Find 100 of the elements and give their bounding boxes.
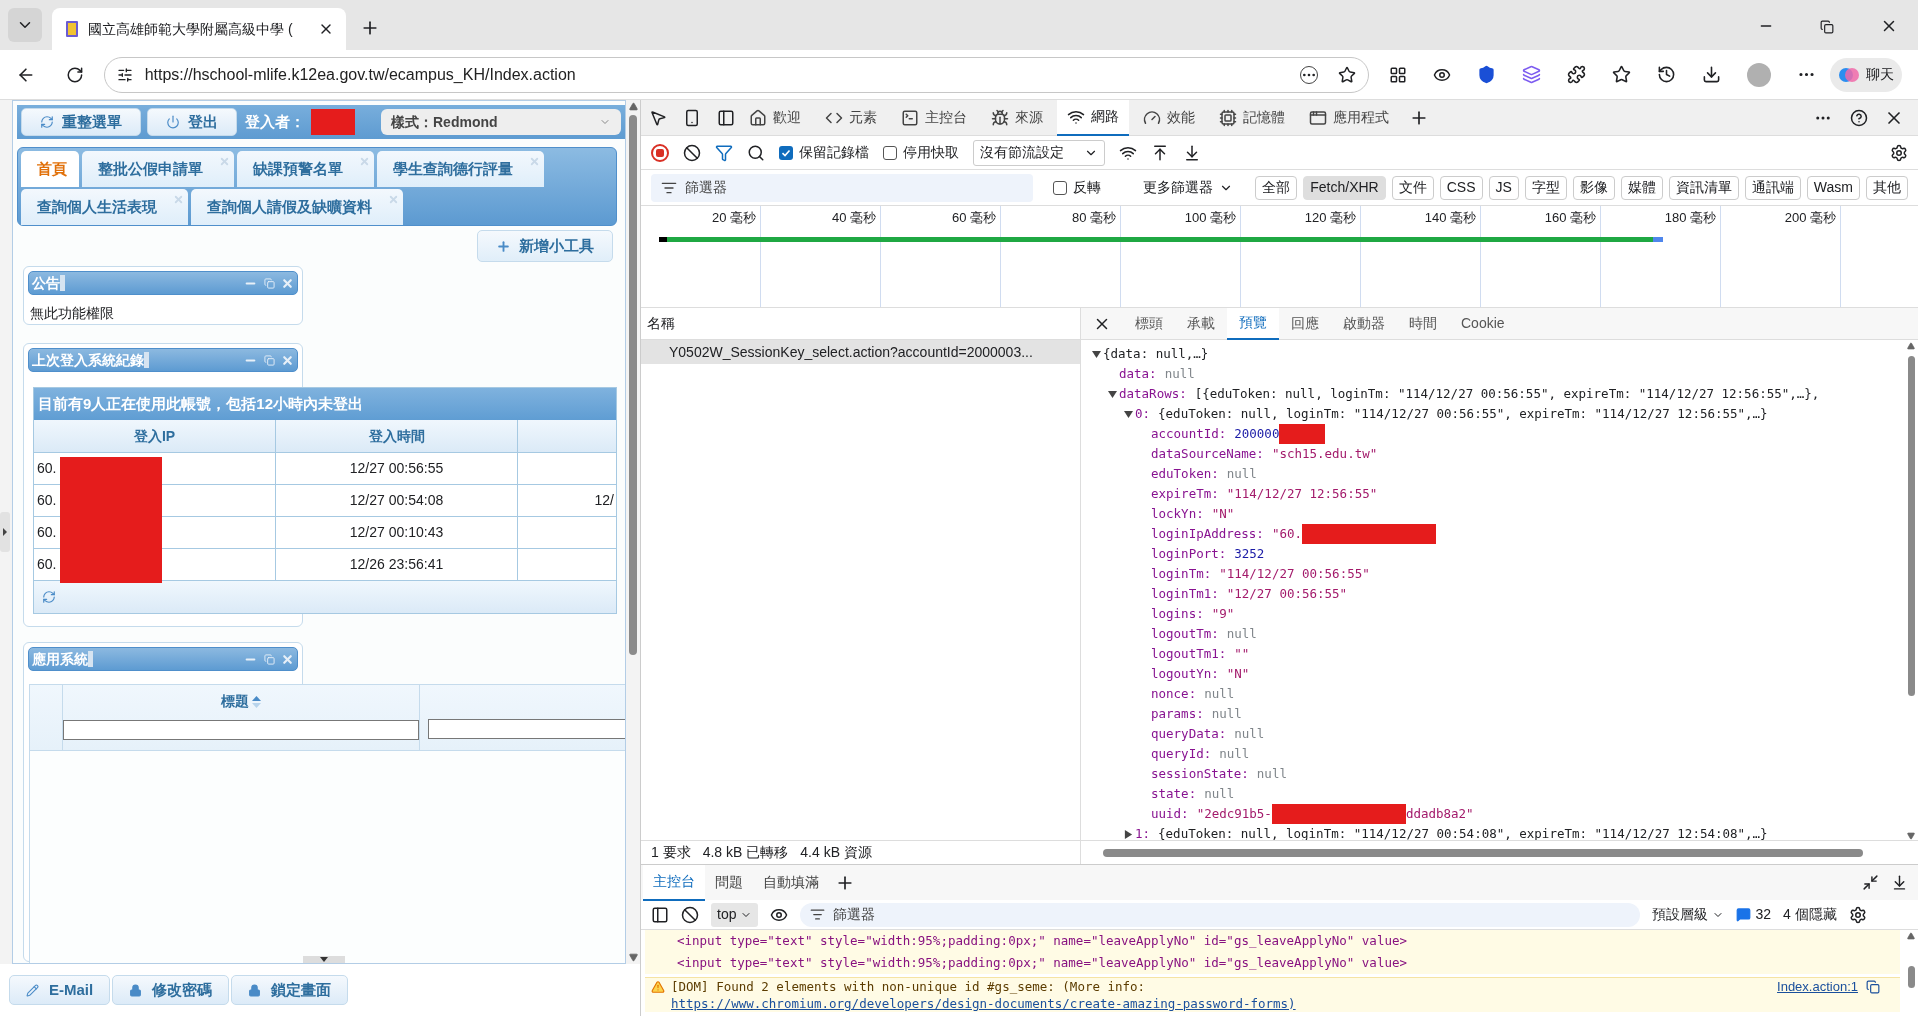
page-tab[interactable]: 查詢個人請假及缺曠資料 bbox=[191, 189, 403, 225]
restore-icon[interactable] bbox=[1820, 20, 1834, 34]
devtools-tab[interactable]: 主控台 bbox=[891, 99, 977, 136]
sidebar-icon[interactable] bbox=[651, 905, 669, 924]
export-icon[interactable] bbox=[1183, 143, 1201, 162]
detail-tab[interactable]: 預覽 bbox=[1227, 307, 1279, 340]
panel-icon[interactable] bbox=[717, 108, 735, 127]
reload-menu-button[interactable]: 重整選單 bbox=[21, 108, 141, 136]
lock-button[interactable]: 修改密碼 bbox=[112, 975, 230, 1005]
clear-icon[interactable] bbox=[683, 143, 701, 162]
type-filter-button[interactable]: 字型 bbox=[1524, 175, 1567, 200]
devtools-tab[interactable]: 效能 bbox=[1133, 99, 1205, 136]
clear-icon[interactable] bbox=[681, 905, 699, 924]
history-icon[interactable] bbox=[1657, 65, 1676, 84]
scrollbar-thumb[interactable] bbox=[1907, 356, 1915, 696]
detail-tab[interactable]: Cookie bbox=[1449, 307, 1517, 340]
devtools-tab[interactable]: 來源 bbox=[981, 99, 1053, 136]
scrollbar-thumb[interactable] bbox=[1907, 966, 1915, 988]
horizontal-scrollbar[interactable] bbox=[1103, 848, 1863, 857]
import-icon[interactable] bbox=[1151, 143, 1169, 162]
logout-button[interactable]: 登出 bbox=[147, 108, 237, 136]
detail-tab[interactable]: 回應 bbox=[1279, 307, 1331, 340]
preserve-log-checkbox[interactable] bbox=[779, 145, 793, 160]
drawer-tab[interactable]: 自動填滿 bbox=[753, 864, 829, 901]
detail-tab[interactable]: 承載 bbox=[1175, 307, 1227, 340]
invert-checkbox[interactable] bbox=[1053, 180, 1068, 195]
add-widget-button[interactable]: 新增小工具 bbox=[477, 230, 613, 262]
type-filter-button[interactable]: 文件 bbox=[1391, 175, 1434, 200]
refresh-icon[interactable] bbox=[65, 65, 84, 84]
drawer-tab[interactable]: 問題 bbox=[705, 864, 753, 901]
settings-icon[interactable] bbox=[1890, 143, 1908, 162]
devtools-tab[interactable]: 網路 bbox=[1057, 99, 1129, 136]
collapse-handle-icon[interactable] bbox=[303, 956, 345, 963]
scroll-up-icon[interactable] bbox=[1907, 932, 1915, 940]
style-select[interactable]: 樣式：Redmond bbox=[381, 109, 621, 135]
lock-button[interactable]: 鎖定畫面 bbox=[231, 975, 349, 1005]
devtools-tab[interactable]: 元素 bbox=[815, 99, 887, 136]
throttle-select[interactable]: 沒有節流設定 bbox=[973, 139, 1105, 166]
collapse-handle-icon[interactable] bbox=[0, 512, 10, 552]
type-filter-button[interactable]: 媒體 bbox=[1620, 175, 1663, 200]
expand-triangle-icon[interactable] bbox=[1123, 409, 1133, 419]
console-link[interactable]: https://www.chromium.org/developers/design-documents/create-amazing-password-forms) bbox=[671, 995, 1778, 1012]
filter-field[interactable]: 篩選器 bbox=[651, 173, 1034, 202]
detail-tab[interactable]: 標頭 bbox=[1123, 307, 1175, 340]
filter-field[interactable] bbox=[63, 720, 419, 740]
type-filter-button[interactable]: JS bbox=[1488, 175, 1519, 200]
expand-triangle-icon[interactable] bbox=[1107, 389, 1117, 399]
help-icon[interactable] bbox=[1850, 108, 1868, 127]
type-filter-button[interactable]: 其他 bbox=[1866, 175, 1908, 200]
column-header[interactable]: 登入時間 bbox=[276, 420, 518, 452]
request-row[interactable]: Y0502W_SessionKey_select.action?accountId=2000003... bbox=[641, 340, 1080, 364]
email-button[interactable]: E-Mail bbox=[9, 975, 111, 1005]
filter-field[interactable] bbox=[428, 719, 625, 739]
column-header[interactable]: 登入IP bbox=[34, 420, 276, 452]
type-filter-button[interactable]: Fetch/XHR bbox=[1303, 175, 1386, 200]
disable-cache-checkbox[interactable] bbox=[883, 145, 897, 160]
record-icon[interactable] bbox=[651, 143, 669, 162]
site-info-icon[interactable] bbox=[116, 66, 133, 83]
copy-icon[interactable] bbox=[1866, 980, 1880, 994]
type-filter-button[interactable]: Wasm bbox=[1806, 175, 1860, 200]
type-filter-button[interactable]: CSS bbox=[1439, 175, 1483, 200]
grid-icon[interactable] bbox=[1389, 65, 1407, 84]
devtools-tab[interactable]: 應用程式 bbox=[1299, 99, 1399, 136]
favorites-icon[interactable] bbox=[1612, 65, 1631, 84]
favorite-icon[interactable] bbox=[1338, 65, 1356, 84]
filter-field[interactable]: 篩選器 bbox=[800, 902, 1641, 927]
devtools-tab[interactable]: 記憶體 bbox=[1209, 99, 1295, 136]
collapsed-triangle-icon[interactable] bbox=[1123, 829, 1133, 839]
chat-button[interactable]: 聊天 bbox=[1830, 57, 1902, 92]
expand-triangle-icon[interactable] bbox=[1091, 349, 1101, 359]
shield-icon[interactable] bbox=[1477, 65, 1496, 84]
extensions-icon[interactable] bbox=[1567, 65, 1586, 84]
detail-tab[interactable]: 時間 bbox=[1397, 307, 1449, 340]
type-filter-button[interactable]: 通訊端 bbox=[1744, 175, 1801, 200]
page-tab[interactable]: 查詢個人生活表現 bbox=[21, 189, 188, 225]
scroll-up-icon[interactable] bbox=[628, 102, 638, 111]
context-select[interactable]: top bbox=[711, 902, 759, 927]
scrollbar-thumb[interactable] bbox=[629, 115, 637, 655]
detail-tab[interactable]: 啟動器 bbox=[1331, 307, 1397, 340]
column-header[interactable]: 標題 bbox=[221, 691, 261, 712]
filter-icon[interactable] bbox=[715, 143, 733, 162]
collapse-drawer-icon[interactable] bbox=[1891, 874, 1908, 891]
page-tab[interactable]: 學生查詢德行評量 bbox=[377, 151, 544, 187]
page-tab[interactable]: 缺課預警名單 bbox=[237, 151, 374, 187]
levels-dropdown[interactable]: 預設層級 bbox=[1652, 904, 1725, 925]
inspect-icon[interactable] bbox=[649, 108, 667, 127]
search-icon[interactable] bbox=[747, 143, 765, 162]
scroll-up-icon[interactable] bbox=[1907, 342, 1915, 350]
download-icon[interactable] bbox=[1702, 65, 1721, 84]
settings-icon[interactable] bbox=[1848, 905, 1867, 924]
page-tab[interactable]: 整批公假申請單 bbox=[82, 151, 234, 187]
type-filter-button[interactable]: 全部 bbox=[1255, 175, 1298, 200]
source-link[interactable]: Index.action:1 bbox=[1777, 978, 1858, 1012]
browser-tab[interactable]: 國立高雄師範大學附屬高級中學 ( bbox=[52, 8, 346, 50]
type-filter-button[interactable]: 影像 bbox=[1572, 175, 1615, 200]
scroll-down-icon[interactable] bbox=[628, 953, 638, 962]
scroll-down-icon[interactable] bbox=[1907, 832, 1915, 840]
layers-icon[interactable] bbox=[1522, 65, 1541, 84]
more-filters-dropdown[interactable]: 更多篩選器 bbox=[1143, 177, 1234, 198]
address-bar[interactable]: https://hschool-mlife.k12ea.gov.tw/ecampus_KH/Index.action bbox=[103, 56, 1369, 93]
